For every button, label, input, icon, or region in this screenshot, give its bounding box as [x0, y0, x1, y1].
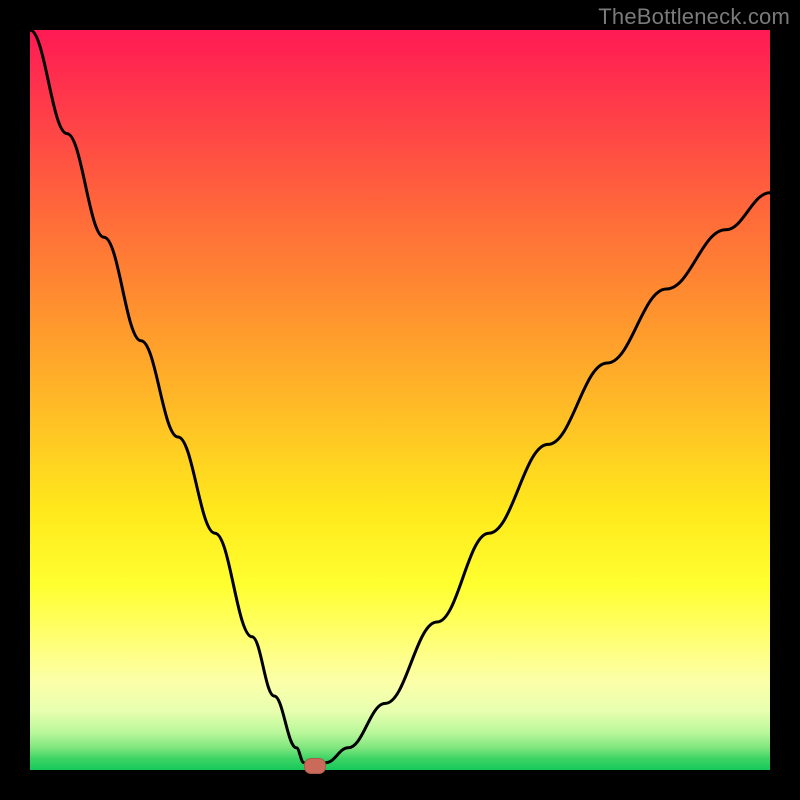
optimal-marker	[304, 758, 326, 774]
attribution-text: TheBottleneck.com	[598, 4, 790, 30]
plot-area	[30, 30, 770, 770]
chart-frame: TheBottleneck.com	[0, 0, 800, 800]
bottleneck-curve	[30, 30, 770, 770]
